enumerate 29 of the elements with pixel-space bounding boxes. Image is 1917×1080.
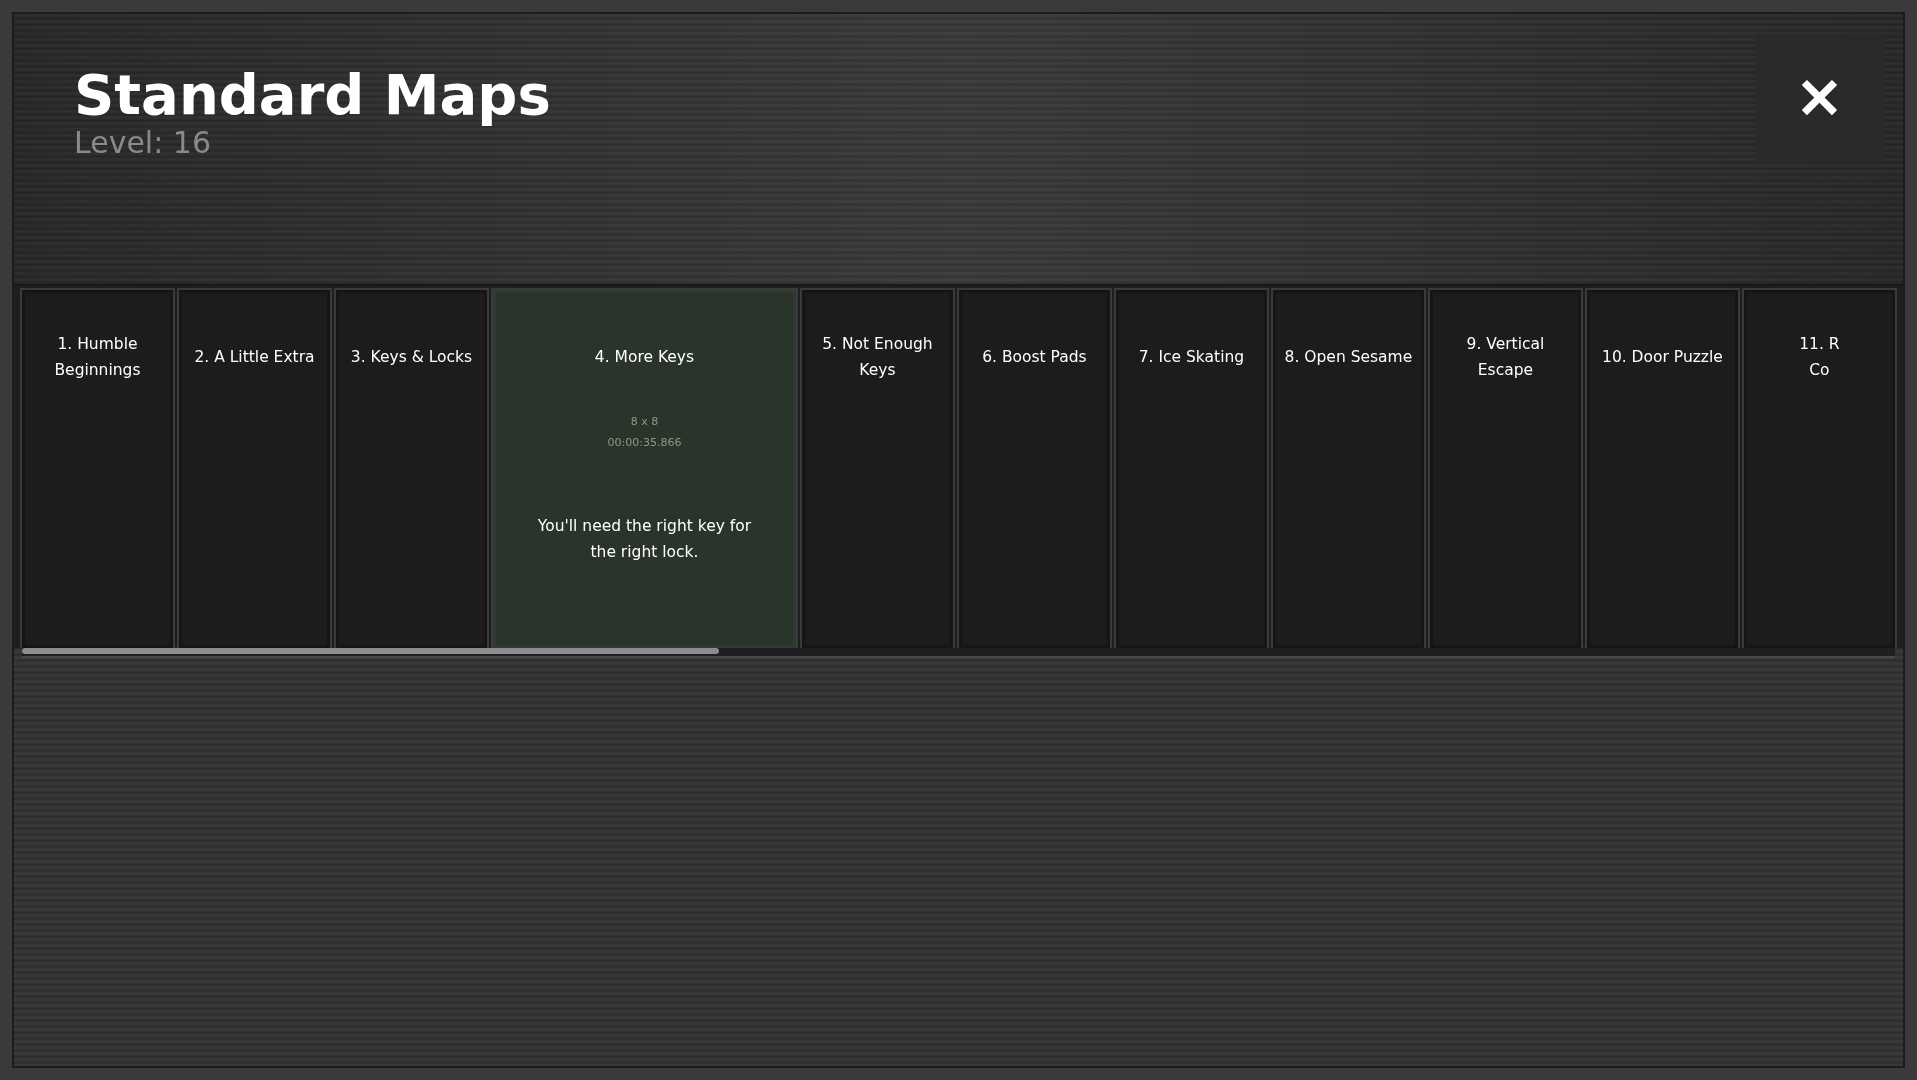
map-title: 1. Humble Beginnings [53,334,142,381]
map-title: 10. Door Puzzle [1602,347,1723,368]
map-title: 3. Keys & Locks [350,347,473,368]
map-title: 8. Open Sesame [1284,347,1413,368]
map-card[interactable]: 4. More Keys 8 x 8 00:00:35.866 You'll need the right key for the right lock. [493,290,796,648]
map-description: You'll need the right key for the right lock. [536,516,753,563]
map-size: 8 x 8 [630,414,659,430]
map-card[interactable]: 2. A Little Extra [179,290,330,648]
close-button[interactable]: ✕ [1755,34,1883,162]
map-title: 9. Vertical Escape [1465,334,1546,381]
map-card[interactable]: 3. Keys & Locks [336,290,487,648]
page-title: Standard Maps [74,64,551,126]
map-card[interactable]: 9. Vertical Escape [1429,290,1581,648]
map-card[interactable]: 5. Not Enough Keys [801,290,953,648]
map-card[interactable]: 6. Boost Pads [958,290,1110,648]
map-title: 11. R Co [1799,334,1840,381]
map-title: 7. Ice Skating [1138,347,1245,368]
map-title: 5. Not Enough Keys [821,334,934,381]
best-time: 00:00:35.866 [607,435,682,451]
map-card[interactable]: 1. Humble Beginnings [22,290,173,648]
level-label: Level: 16 [74,125,212,159]
map-title: 4. More Keys [594,347,695,368]
map-card[interactable]: 8. Open Sesame [1272,290,1424,648]
map-card[interactable]: 11. R Co [1743,290,1895,648]
map-card[interactable]: 10. Door Puzzle [1586,290,1738,648]
scrollbar-thumb[interactable] [22,648,719,654]
map-title: 2. A Little Extra [194,347,315,368]
map-card[interactable]: 7. Ice Skating [1115,290,1267,648]
map-title: 6. Boost Pads [982,347,1087,368]
